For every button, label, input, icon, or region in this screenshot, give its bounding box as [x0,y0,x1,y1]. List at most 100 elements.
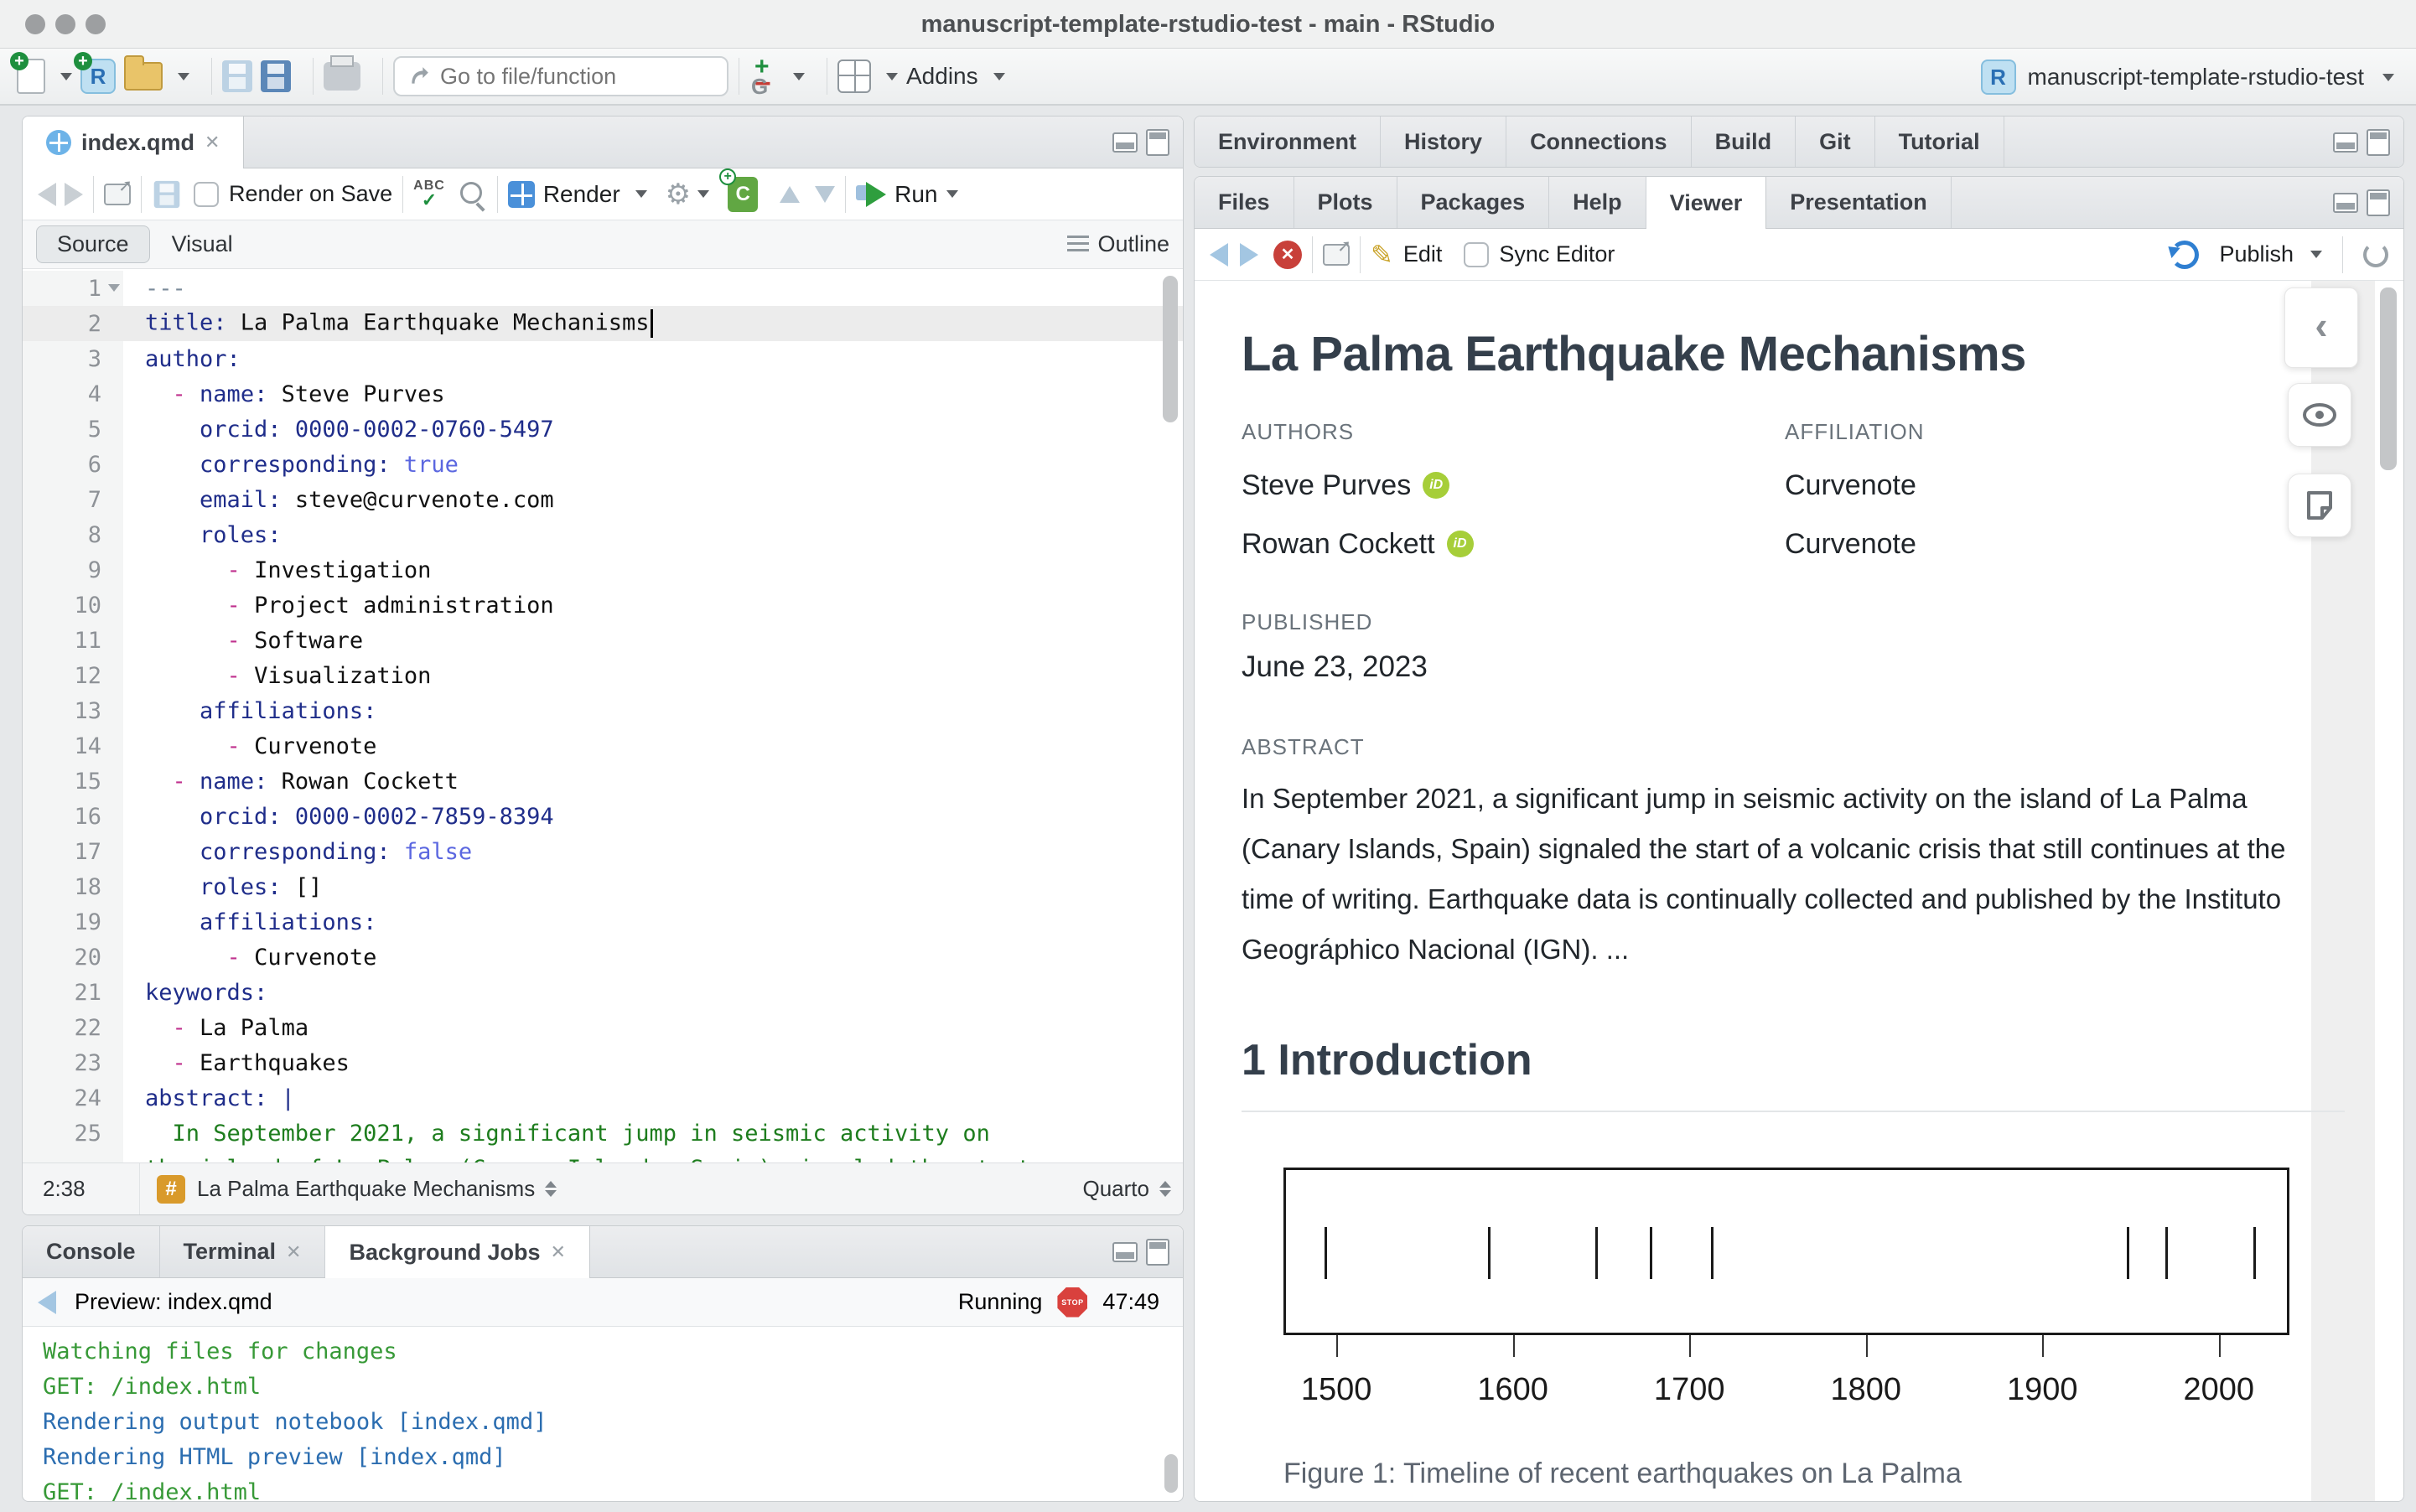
tab-presentation[interactable]: Presentation [1766,177,1952,228]
project-selector[interactable]: R manuscript-template-rstudio-test [1981,49,2394,106]
outline-toggle[interactable]: Outline [1067,231,1169,257]
tab-packages[interactable]: Packages [1397,177,1550,228]
forward-icon[interactable] [65,183,83,206]
code-line[interactable]: 1--- [23,271,1183,306]
code-line[interactable]: 2title: La Palma Earthquake Mechanisms [23,306,1183,341]
collapse-panel-button[interactable]: ‹ [2284,287,2358,368]
tab-history[interactable]: History [1381,117,1506,168]
code-line[interactable]: 8 roles: [23,517,1183,552]
tab-help[interactable]: Help [1549,177,1646,228]
maximize-pane-icon[interactable] [2367,189,2390,216]
code-line[interactable]: 7 email: steve@curvenote.com [23,482,1183,517]
add-note-button[interactable] [2288,474,2351,537]
code-line[interactable]: 18 roles: [] [23,869,1183,904]
code-line[interactable]: 11 - Software [23,623,1183,658]
code-line[interactable]: 15 - name: Rowan Cockett [23,764,1183,799]
back-icon[interactable] [38,183,56,206]
save-icon[interactable] [154,180,180,207]
run-dropdown[interactable] [946,190,958,198]
code-line[interactable]: 6 corresponding: true [23,447,1183,482]
tab-plots[interactable]: Plots [1294,177,1397,228]
tab-build[interactable]: Build [1692,117,1796,168]
open-file-dropdown[interactable] [178,73,189,80]
code-line[interactable]: 20 - Curvenote [23,940,1183,975]
publish-icon[interactable] [2170,241,2199,269]
section-updown-icon[interactable] [545,1181,557,1197]
tab-console[interactable]: Console [23,1226,160,1277]
code-line[interactable]: 21keywords: [23,975,1183,1010]
code-line[interactable]: 3author: [23,341,1183,376]
code-line[interactable]: 4 - name: Steve Purves [23,376,1183,412]
new-file-icon[interactable]: + [17,59,45,94]
version-control-icon[interactable]: +−G [749,58,778,95]
open-file-icon[interactable] [124,62,163,91]
pane-layout-icon[interactable] [837,60,871,93]
fold-caret-icon[interactable] [108,284,120,292]
minimize-pane-icon[interactable] [2333,193,2358,213]
minimize-pane-icon[interactable] [1112,1242,1138,1262]
spellcheck-icon[interactable]: ABC✓ [413,179,445,210]
gear-icon[interactable]: ⚙ [666,178,691,211]
source-mode-button[interactable]: Source [36,225,150,263]
orcid-icon[interactable]: iD [1423,472,1449,499]
code-line[interactable]: 25 In September 2021, a significant jump… [23,1116,1183,1151]
refresh-icon[interactable] [2363,242,2388,267]
mode-updown-icon[interactable] [1159,1181,1171,1197]
stop-job-icon[interactable]: STOP [1057,1287,1087,1318]
code-line[interactable]: 17 corresponding: false [23,834,1183,869]
orcid-icon[interactable]: iD [1447,531,1474,557]
code-line[interactable]: 12 - Visualization [23,658,1183,693]
publish-dropdown[interactable] [2310,251,2322,258]
render-button[interactable]: Render [543,181,620,208]
close-tab-icon[interactable]: ✕ [286,1241,301,1263]
edit-icon[interactable]: ✎ [1371,239,1393,271]
code-line[interactable]: 16 orcid: 0000-0002-7859-8394 [23,799,1183,834]
goto-file-search[interactable] [393,56,728,96]
new-project-icon[interactable]: R+ [80,59,116,94]
close-tab-icon[interactable]: ✕ [551,1241,566,1263]
go-next-section-icon[interactable] [815,186,835,203]
tab-connections[interactable]: Connections [1506,117,1692,168]
code-line[interactable]: 19 affiliations: [23,904,1183,940]
section-picker[interactable]: La Palma Earthquake Mechanisms [197,1176,535,1202]
run-button[interactable]: Run [894,181,937,208]
clear-viewer-icon[interactable]: ✕ [1273,241,1302,269]
publish-button[interactable]: Publish [2219,241,2294,267]
tab-git[interactable]: Git [1796,117,1875,168]
addins-button[interactable]: Addins [906,63,978,90]
minimize-pane-icon[interactable] [1112,132,1138,153]
new-file-dropdown[interactable] [60,73,72,80]
console-scrollbar[interactable] [1164,1454,1178,1493]
close-tab-icon[interactable]: ✕ [205,132,220,153]
project-dropdown[interactable] [2382,74,2394,81]
maximize-pane-icon[interactable] [1146,129,1169,156]
go-previous-section-icon[interactable] [780,186,800,203]
code-line[interactable]: 24abstract: | [23,1080,1183,1116]
insert-chunk-button[interactable]: C+ [728,177,758,212]
render-dropdown[interactable] [635,190,647,198]
code-line[interactable]: 23 - Earthquakes [23,1045,1183,1080]
back-icon[interactable] [38,1291,56,1314]
tab-index-qmd[interactable]: index.qmd ✕ [23,117,244,168]
code-line[interactable]: 14 - Curvenote [23,728,1183,764]
editor-scrollbar[interactable] [1163,276,1178,422]
render-on-save-checkbox[interactable] [194,182,219,207]
visual-mode-button[interactable]: Visual [150,226,255,262]
code-line[interactable]: 9 - Investigation [23,552,1183,588]
code-line[interactable]: 5 orcid: 0000-0002-0760-5497 [23,412,1183,447]
search-icon[interactable] [459,180,487,209]
goto-file-input[interactable] [440,64,692,90]
version-control-dropdown[interactable] [793,73,805,80]
minimize-pane-icon[interactable] [2333,132,2358,153]
code-editor[interactable]: 1---2title: La Palma Earthquake Mechanis… [23,271,1183,1164]
code-line[interactable]: 13 affiliations: [23,693,1183,728]
open-in-browser-icon[interactable] [1323,244,1350,266]
options-dropdown[interactable] [697,190,709,198]
viewer-scrollbar[interactable] [2380,287,2397,470]
pane-layout-dropdown[interactable] [886,73,898,80]
edit-button[interactable]: Edit [1403,241,1443,267]
maximize-pane-icon[interactable] [1146,1239,1169,1266]
code-line[interactable]: 22 - La Palma [23,1010,1183,1045]
tab-background-jobs[interactable]: Background Jobs✕ [325,1226,589,1278]
viewer-content[interactable]: La Palma Earthquake Mechanisms AUTHORS S… [1195,281,2403,1501]
